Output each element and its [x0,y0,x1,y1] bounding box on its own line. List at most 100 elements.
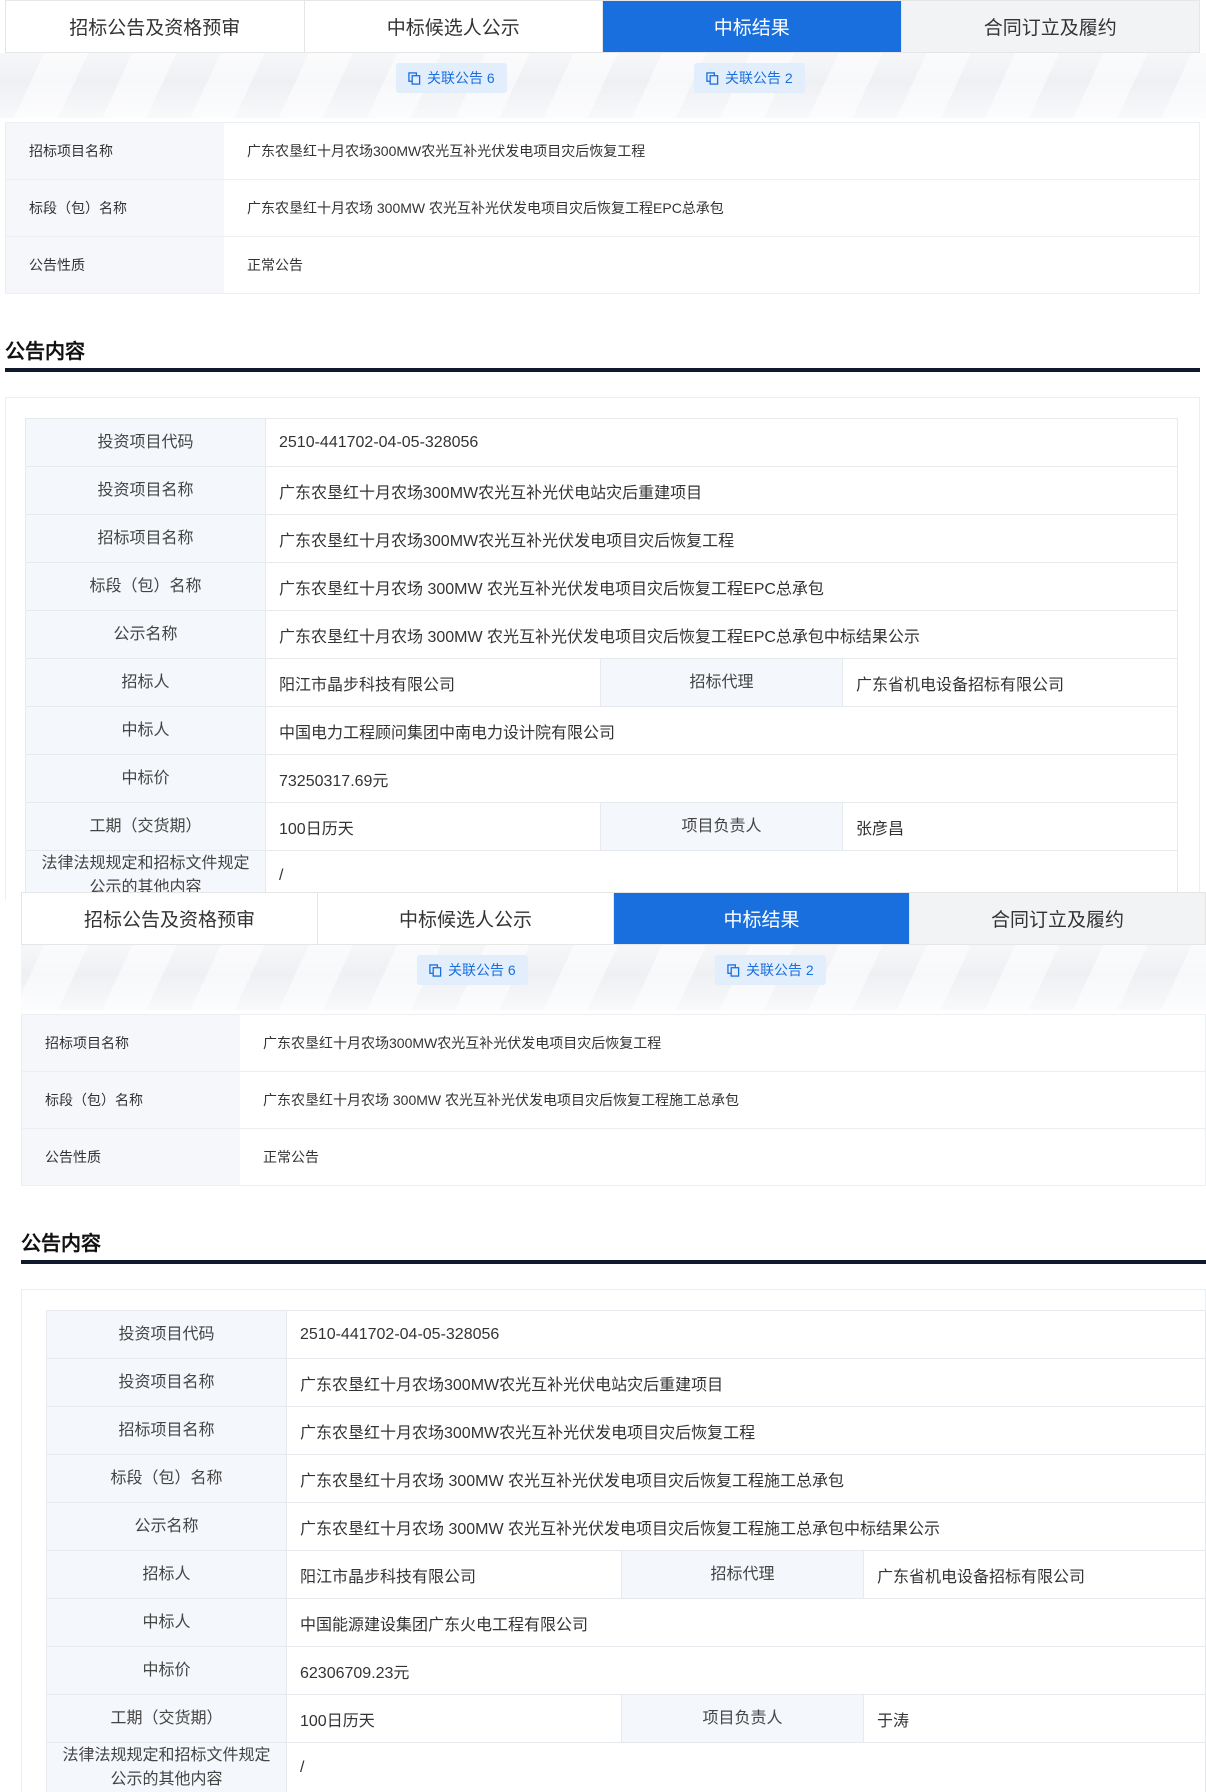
tender-name-value: 广东农垦红十月农场300MW农光互补光伏发电项目灾后恢复工程 [300,1424,756,1442]
copy-icon [429,963,442,977]
table-row: 中标人 中国电力工程顾问集团中南电力设计院有限公司 [26,707,1177,755]
period-value: 100日历天 [266,803,601,850]
tab-candidates[interactable]: 中标候选人公示 [318,893,614,944]
table-row: 公示名称 广东农垦红十月农场 300MW 农光互补光伏发电项目灾后恢复工程施工总… [47,1503,1205,1551]
manager-value: 张彦昌 [856,820,905,838]
tab-result[interactable]: 中标结果 [603,1,902,52]
price-value: 62306709.23元 [300,1664,410,1682]
summary-table: 招标项目名称 广东农垦红十月农场300MW农光互补光伏发电项目灾后恢复工程 标段… [21,1014,1206,1186]
row-label: 公告性质 [22,1129,240,1185]
related-notice-button-2[interactable]: 关联公告 2 [694,63,805,93]
table-row: 招标项目名称 广东农垦红十月农场300MW农光互补光伏发电项目灾后恢复工程 [6,123,1199,180]
copy-icon [706,71,719,85]
notice-panel-2: 招标公告及资格预审 中标候选人公示 中标结果 合同订立及履约 关联公告 6 关联… [21,892,1206,1792]
table-row: 标段（包）名称 广东农垦红十月农场 300MW 农光互补光伏发电项目灾后恢复工程… [6,180,1199,237]
row-label: 招标代理 [601,659,843,706]
table-row: 标段（包）名称 广东农垦红十月农场 300MW 农光互补光伏发电项目灾后恢复工程… [47,1455,1205,1503]
table-row: 招标项目名称 广东农垦红十月农场300MW农光互补光伏发电项目灾后恢复工程 [47,1407,1205,1455]
row-label: 中标价 [26,755,266,802]
related-notice-button-2[interactable]: 关联公告 2 [715,955,826,985]
row-label: 项目负责人 [601,803,843,850]
summary-table: 招标项目名称 广东农垦红十月农场300MW农光互补光伏发电项目灾后恢复工程 标段… [5,122,1200,294]
table-row: 招标项目名称 广东农垦红十月农场300MW农光互补光伏发电项目灾后恢复工程 [26,515,1177,563]
table-row: 投资项目名称 广东农垦红十月农场300MW农光互补光伏电站灾后重建项目 [47,1359,1205,1407]
invest-code-value: 2510-441702-04-05-328056 [300,1325,500,1343]
row-value: 广东农垦红十月农场 300MW 农光互补光伏发电项目灾后恢复工程施工总承包 [263,1092,740,1108]
invest-code-value: 2510-441702-04-05-328056 [279,433,479,451]
row-label: 标段（包）名称 [26,563,266,610]
agent-value: 广东省机电设备招标有限公司 [856,676,1065,694]
row-label: 公告性质 [6,237,224,293]
row-label: 标段（包）名称 [22,1072,240,1128]
tab-candidates[interactable]: 中标候选人公示 [305,1,603,52]
table-row: 法律法规规定和招标文件规定公示的其他内容 / [47,1743,1205,1792]
invest-name-value: 广东农垦红十月农场300MW农光互补光伏电站灾后重建项目 [300,1376,724,1394]
tenderer-value: 阳江市晶步科技有限公司 [266,659,601,706]
row-label: 投资项目代码 [26,419,266,466]
section-divider [5,368,1200,372]
row-label: 工期（交货期） [47,1695,287,1742]
detail-table: 投资项目代码 2510-441702-04-05-328056 投资项目名称 广… [46,1310,1206,1792]
notice-name-value: 广东农垦红十月农场 300MW 农光互补光伏发电项目灾后恢复工程施工总承包中标结… [300,1520,941,1538]
row-label: 招标人 [26,659,266,706]
copy-icon [727,963,740,977]
table-row: 招标项目名称 广东农垦红十月农场300MW农光互补光伏发电项目灾后恢复工程 [22,1015,1205,1072]
row-label: 标段（包）名称 [47,1455,287,1502]
copy-icon [408,71,421,85]
tab-result[interactable]: 中标结果 [614,893,910,944]
tab-contract[interactable]: 合同订立及履约 [901,1,1199,52]
row-label: 投资项目名称 [47,1359,287,1406]
lot-value: 广东农垦红十月农场 300MW 农光互补光伏发电项目灾后恢复工程EPC总承包 [279,580,824,598]
row-label: 公示名称 [26,611,266,658]
row-label: 中标人 [26,707,266,754]
related-band: 关联公告 6 关联公告 2 [0,53,1206,118]
detail-table: 投资项目代码 2510-441702-04-05-328056 投资项目名称 广… [25,418,1178,900]
row-value: 正常公告 [263,1149,319,1165]
table-row: 招标人 阳江市晶步科技有限公司 招标代理 广东省机电设备招标有限公司 [47,1551,1205,1599]
table-row: 标段（包）名称 广东农垦红十月农场 300MW 农光互补光伏发电项目灾后恢复工程… [22,1072,1205,1129]
related-notice-button-1[interactable]: 关联公告 6 [417,955,528,985]
table-row: 招标人 阳江市晶步科技有限公司 招标代理 广东省机电设备招标有限公司 [26,659,1177,707]
table-row: 投资项目名称 广东农垦红十月农场300MW农光互补光伏电站灾后重建项目 [26,467,1177,515]
row-label: 招标代理 [622,1551,864,1598]
table-row: 投资项目代码 2510-441702-04-05-328056 [47,1311,1205,1359]
row-label: 标段（包）名称 [6,180,224,236]
row-label: 工期（交货期） [26,803,266,850]
section-title: 公告内容 [21,1233,101,1255]
invest-name-value: 广东农垦红十月农场300MW农光互补光伏电站灾后重建项目 [279,484,703,502]
winner-value: 中国电力工程顾问集团中南电力设计院有限公司 [279,724,616,742]
table-row: 工期（交货期） 100日历天 项目负责人 于涛 [47,1695,1205,1743]
tab-bar: 招标公告及资格预审 中标候选人公示 中标结果 合同订立及履约 [5,0,1200,53]
notice-name-value: 广东农垦红十月农场 300MW 农光互补光伏发电项目灾后恢复工程EPC总承包中标… [279,628,920,646]
table-row: 投资项目代码 2510-441702-04-05-328056 [26,419,1177,467]
row-label: 中标人 [47,1599,287,1646]
tab-tender-notice[interactable]: 招标公告及资格预审 [22,893,318,944]
row-value: 广东农垦红十月农场300MW农光互补光伏发电项目灾后恢复工程 [263,1035,662,1051]
row-value: 广东农垦红十月农场300MW农光互补光伏发电项目灾后恢复工程 [247,143,646,159]
tab-tender-notice[interactable]: 招标公告及资格预审 [6,1,305,52]
row-value: 广东农垦红十月农场 300MW 农光互补光伏发电项目灾后恢复工程EPC总承包 [247,200,724,216]
table-row: 公告性质 正常公告 [22,1129,1205,1185]
row-label: 公示名称 [47,1503,287,1550]
row-label: 中标价 [47,1647,287,1694]
row-label: 招标项目名称 [22,1015,240,1071]
tab-bar: 招标公告及资格预审 中标候选人公示 中标结果 合同订立及履约 [21,892,1206,945]
row-label: 项目负责人 [622,1695,864,1742]
table-row: 中标价 62306709.23元 [47,1647,1205,1695]
lot-value: 广东农垦红十月农场 300MW 农光互补光伏发电项目灾后恢复工程施工总承包 [300,1472,845,1490]
section-divider [21,1260,1206,1264]
row-label: 投资项目名称 [26,467,266,514]
row-label: 招标人 [47,1551,287,1598]
row-label: 招标项目名称 [6,123,224,179]
manager-value: 于涛 [877,1712,910,1730]
table-row: 标段（包）名称 广东农垦红十月农场 300MW 农光互补光伏发电项目灾后恢复工程… [26,563,1177,611]
table-row: 中标价 73250317.69元 [26,755,1177,803]
period-value: 100日历天 [287,1695,622,1742]
tab-contract[interactable]: 合同订立及履约 [910,893,1205,944]
related-notice-button-1[interactable]: 关联公告 6 [396,63,507,93]
section-title: 公告内容 [5,341,85,363]
table-row: 公告性质 正常公告 [6,237,1199,293]
other-value: / [300,1759,305,1776]
agent-value: 广东省机电设备招标有限公司 [877,1568,1086,1586]
related-notice-label: 关联公告 2 [725,70,793,86]
